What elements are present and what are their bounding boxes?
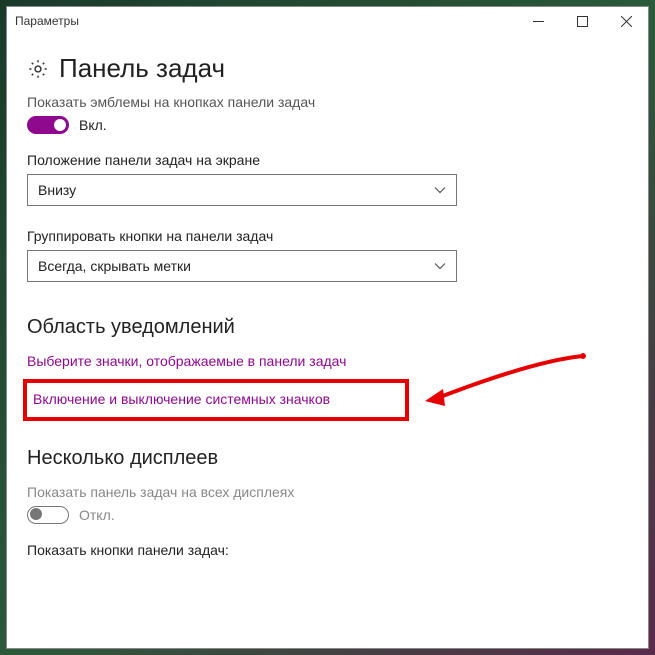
select-icons-link[interactable]: Выберите значки, отображаемые в панели з… (27, 353, 346, 369)
show-buttons-label: Показать кнопки панели задач: (27, 542, 628, 558)
show-all-displays-toggle (27, 506, 69, 524)
page-title: Панель задач (59, 53, 225, 84)
group-select[interactable]: Всегда, скрывать метки (27, 250, 457, 282)
show-all-displays-label: Показать панель задач на всех дисплеях (27, 484, 628, 500)
notification-area-heading: Область уведомлений (27, 316, 628, 339)
emblem-toggle-row: Вкл. (27, 116, 628, 134)
position-value: Внизу (38, 182, 76, 198)
close-button[interactable] (604, 7, 648, 35)
emblem-state: Вкл. (79, 117, 107, 133)
show-all-displays-state: Откл. (79, 507, 115, 523)
titlebar: Параметры (7, 7, 648, 35)
position-label: Положение панели задач на экране (27, 152, 628, 168)
chevron-down-icon (434, 260, 446, 272)
annotation-arrow (423, 351, 593, 421)
window-title: Параметры (15, 14, 79, 28)
group-label: Группировать кнопки на панели задач (27, 228, 628, 244)
gear-icon (27, 58, 49, 80)
page-header: Панель задач (27, 53, 628, 84)
show-all-displays-toggle-row: Откл. (27, 506, 628, 524)
group-value: Всегда, скрывать метки (38, 258, 191, 274)
multi-display-heading: Несколько дисплеев (27, 447, 628, 470)
emblem-toggle[interactable] (27, 116, 69, 134)
highlight-box: Включение и выключение системных значков (23, 379, 409, 421)
highlighted-link-wrap: Включение и выключение системных значков (23, 379, 628, 421)
chevron-down-icon (434, 184, 446, 196)
maximize-button[interactable] (560, 7, 604, 35)
emblem-label: Показать эмблемы на кнопках панели задач (27, 94, 628, 110)
settings-window: Параметры Панель задач Показать эмблемы … (6, 6, 649, 649)
position-select[interactable]: Внизу (27, 174, 457, 206)
minimize-button[interactable] (516, 7, 560, 35)
content-area: Панель задач Показать эмблемы на кнопках… (7, 35, 648, 648)
system-icons-link[interactable]: Включение и выключение системных значков (33, 391, 330, 407)
